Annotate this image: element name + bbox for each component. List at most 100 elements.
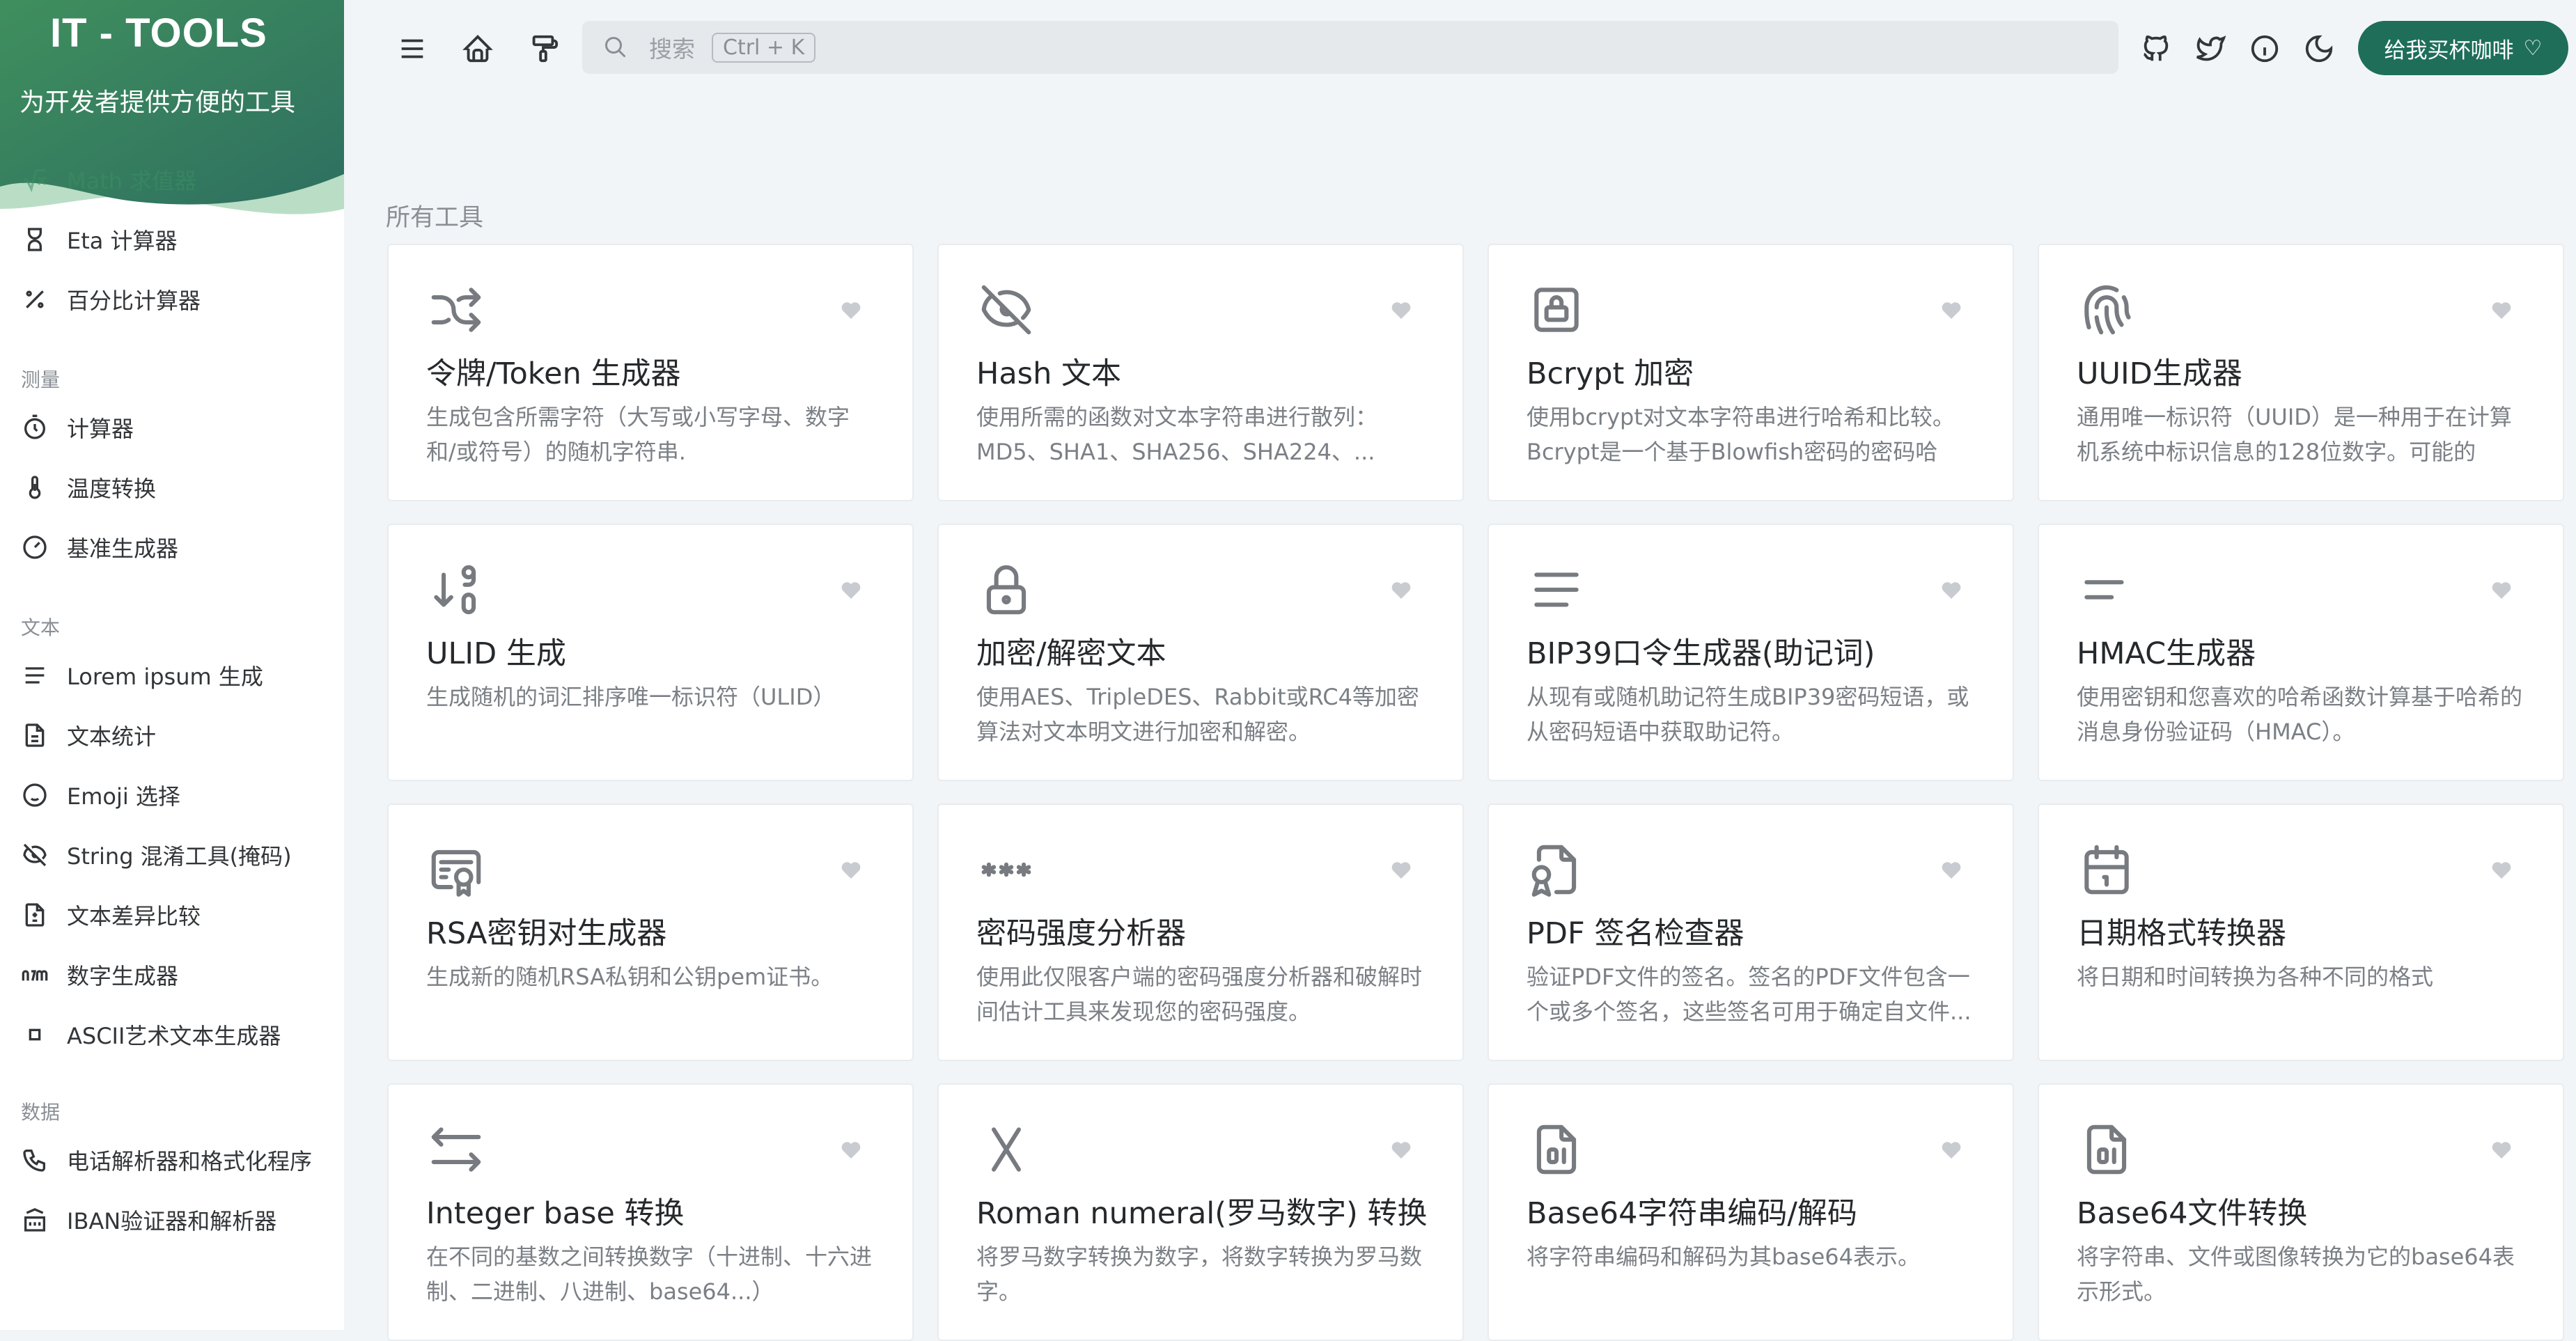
sidebar-item-label: 计算器 — [67, 416, 134, 442]
favorite-heart-icon[interactable] — [838, 298, 864, 323]
tool-card[interactable]: RSA密钥对生成器 生成新的随机RSA私钥和公钥pem证书。 — [387, 803, 914, 1061]
tool-card[interactable]: 密码强度分析器使用此仅限客户端的密码强度分析器和破解时间估计工具来发现您的密码强… — [937, 803, 1464, 1061]
about-button[interactable] — [2244, 28, 2286, 70]
tool-card[interactable]: PDF 签名检查器 验证PDF文件的签名。签名的PDF文件包含一个或多个签名，这些… — [1488, 803, 2014, 1061]
tool-card[interactable]: Hash 文本 使用所需的函数对文本字符串进行散列：MD5、SHA1、SHA256… — [937, 244, 1464, 501]
favorite-heart-icon[interactable] — [1939, 858, 1964, 883]
tool-card-description: 使用此仅限客户端的密码强度分析器和破解时间估计工具来发现您的密码强度。 — [976, 964, 1422, 1025]
tool-card-title: 日期格式转换器 — [2077, 916, 2286, 951]
tool-card[interactable]: 加密/解密文本 使用AES、TripleDES、Rabbit或RC4等加密算法对文… — [937, 524, 1464, 781]
ui-lib-button[interactable] — [522, 28, 564, 70]
sidebar-item-temperature-converter[interactable]: 温度转换 — [19, 466, 333, 508]
github-link[interactable] — [2135, 28, 2177, 70]
file-diff-icon — [19, 900, 50, 930]
favorite-heart-icon[interactable] — [1389, 298, 1414, 323]
tool-card[interactable]: Bcrypt 加密 使用bcrypt对文本字符串进行哈希和比较。Bcrypt是一个… — [1488, 244, 2014, 501]
favorite-heart-icon[interactable] — [1389, 1138, 1414, 1163]
info-circle-icon — [2249, 33, 2281, 65]
favorite-heart-icon[interactable] — [1939, 1138, 1964, 1163]
tool-card-description: 将罗马数字转换为数字，将数字转换为罗马数字。 — [976, 1244, 1422, 1305]
tool-card[interactable]: BIP39口令生成器(助记词) 从现有或随机助记符生成BIP39密码短语，或从密码… — [1488, 524, 2014, 781]
stopwatch-icon — [19, 412, 50, 443]
sidebar-item-label: Math 求值器 — [67, 168, 197, 194]
sidebar-item-text-statistics[interactable]: 文本统计 — [19, 714, 333, 756]
section-label-measurement: 测量 — [21, 368, 61, 391]
menu-toggle-button[interactable] — [391, 28, 433, 70]
favorite-heart-icon[interactable] — [2489, 1138, 2514, 1163]
sidebar-item-emoji-picker[interactable]: Emoji 选择 — [19, 774, 333, 816]
favorite-heart-icon[interactable] — [838, 1138, 864, 1163]
search-icon — [603, 35, 628, 60]
lock-icon — [976, 560, 1036, 620]
coffee-button-label: 给我买杯咖啡 — [2384, 38, 2514, 63]
tool-card[interactable]: Base64文件转换 将字符串、文件或图像转换为它的base64表示形式。 — [2038, 1083, 2564, 1341]
tool-card[interactable]: Base64字符串编码/解码 将字符串编码和解码为其base64表示。 — [1488, 1083, 2014, 1341]
tool-card[interactable]: Roman numeral(罗马数字) 转换 将罗马数字转换为数字，将数字转换为罗… — [937, 1083, 1464, 1341]
favorite-heart-icon[interactable] — [1939, 578, 1964, 603]
theme-toggle-button[interactable] — [2298, 28, 2340, 70]
tool-card[interactable]: 日期格式转换器将日期和时间转换为各种不同的格式 — [2038, 803, 2564, 1061]
home-button[interactable] — [457, 28, 499, 70]
mood-smile-icon — [19, 780, 50, 810]
tool-card-title: PDF 签名检查器 — [1527, 916, 1744, 951]
sidebar-item-string-obfuscator[interactable]: String 混淆工具(掩码) — [19, 834, 333, 876]
thermometer-icon — [19, 472, 50, 503]
sidebar-item-numeronym-generator[interactable]: 数字生成器 — [19, 954, 333, 996]
tool-card[interactable]: HMAC生成器 使用密钥和您喜欢的哈希函数计算基于哈希的消息身份验证码（HMAC）… — [2038, 524, 2564, 781]
sidebar-item-label: Eta 计算器 — [67, 228, 178, 254]
favorite-heart-icon[interactable] — [1389, 578, 1414, 603]
favorite-heart-icon[interactable] — [838, 858, 864, 883]
sidebar-item-text-diff[interactable]: 文本差异比较 — [19, 894, 333, 936]
sidebar-item-eta-calculator[interactable]: Eta 计算器 — [19, 219, 333, 260]
tool-card[interactable]: UUID生成器 通用唯一标识符（UUID）是一种用于在计算机系统中标识信息的128… — [2038, 244, 2564, 501]
sidebar: IT - TOOLS 为开发者提供方便的工具 Math 求值器 Eta 计算器 … — [0, 0, 344, 1330]
tool-card-description: 使用bcrypt对文本字符串进行哈希和比较。Bcrypt是一个基于Blowfis… — [1527, 404, 1955, 465]
buy-me-a-coffee-button[interactable]: 给我买杯咖啡 ♡ — [2358, 21, 2568, 75]
sidebar-item-label: 文本统计 — [67, 723, 157, 750]
tool-card-description: 从现有或随机助记符生成BIP39密码短语，或从密码短语中获取助记符。 — [1527, 684, 1969, 745]
tool-card[interactable]: 令牌/Token 生成器 生成包含所需字符（大写或小写字母、数字和/或符号）的随机… — [387, 244, 914, 501]
sidebar-item-ascii-art-generator[interactable]: ASCII艺术文本生成器 — [19, 1014, 333, 1056]
home-icon — [462, 33, 494, 65]
eye-off-icon — [19, 840, 50, 870]
password-icon — [976, 840, 1036, 900]
moon-icon — [2303, 33, 2335, 65]
square-root-icon — [19, 164, 50, 195]
sidebar-item-phone-parser[interactable]: 电话解析器和格式化程序 — [19, 1139, 333, 1181]
sidebar-item-label: Lorem ipsum 生成 — [67, 664, 263, 690]
sidebar-item-label: IBAN验证器和解析器 — [67, 1208, 277, 1234]
tool-card[interactable]: Integer base 转换 在不同的基数之间转换数字（十进制、十六进制、二进制… — [387, 1083, 914, 1341]
twitter-icon — [2194, 33, 2226, 65]
search-input[interactable]: 搜索 Ctrl + K — [582, 21, 2118, 74]
favorite-heart-icon[interactable] — [1389, 858, 1414, 883]
sidebar-item-lorem-ipsum[interactable]: Lorem ipsum 生成 — [19, 654, 333, 696]
favorite-heart-icon[interactable] — [2489, 298, 2514, 323]
sidebar-item-label: String 混淆工具(掩码) — [67, 843, 292, 870]
tool-card-title: 密码强度分析器 — [976, 916, 1186, 951]
letter-x-icon — [976, 1120, 1036, 1179]
tool-card-description: 将日期和时间转换为各种不同的格式 — [2077, 964, 2434, 990]
sidebar-item-label: 基准生成器 — [67, 535, 179, 562]
tool-card[interactable]: ULID 生成 生成随机的词汇排序唯一标识符（ULID） — [387, 524, 914, 781]
sidebar-item-chronometer[interactable]: 计算器 — [19, 407, 333, 448]
favorite-heart-icon[interactable] — [1939, 298, 1964, 323]
file-text-icon — [19, 720, 50, 751]
sidebar-item-math-evaluator[interactable]: Math 求值器 — [19, 159, 333, 201]
favorite-heart-icon[interactable] — [838, 578, 864, 603]
favorite-heart-icon[interactable] — [2489, 578, 2514, 603]
favorite-heart-icon[interactable] — [2489, 858, 2514, 883]
arrows-left-right-icon — [426, 1120, 486, 1179]
certificate-icon — [426, 840, 486, 900]
twitter-link[interactable] — [2189, 28, 2231, 70]
short-text-icon — [2077, 560, 2137, 620]
sidebar-item-label: ASCII艺术文本生成器 — [67, 1023, 281, 1049]
sidebar-item-iban-validator[interactable]: IBAN验证器和解析器 — [19, 1199, 333, 1241]
brand-title[interactable]: IT - TOOLS — [50, 10, 267, 56]
github-icon — [2140, 33, 2172, 65]
sidebar-item-percentage-calculator[interactable]: 百分比计算器 — [19, 279, 333, 320]
sidebar-item-label: 文本差异比较 — [67, 903, 201, 930]
file-certificate-icon — [1527, 840, 1586, 900]
sidebar-item-benchmark-builder[interactable]: 基准生成器 — [19, 526, 333, 568]
tool-card-title: UUID生成器 — [2077, 356, 2242, 391]
tool-card-title: Base64字符串编码/解码 — [1527, 1196, 1857, 1231]
